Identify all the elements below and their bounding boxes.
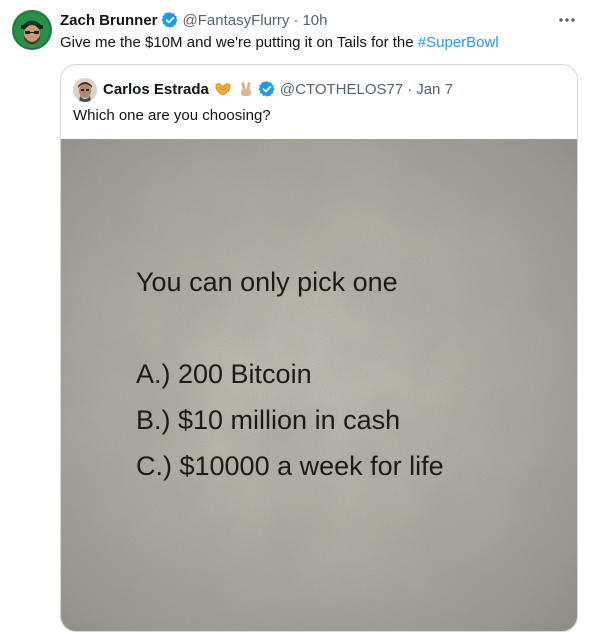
author-handle[interactable]: @FantasyFlurry [183,12,290,29]
quoted-author-handle: @CTOTHELOS77 [279,80,404,98]
quoted-tweet-image[interactable]: You can only pick one A.) 200 Bitcoin B.… [61,139,577,631]
quoted-tweet-header: Carlos Estrada @CTOTHELOS77 · Jan 7 [103,79,453,99]
tweet-text: Give me the $10M and we're putting it on… [60,33,499,53]
separator-dot: · [293,11,299,29]
heart-hands-emoji [214,80,232,98]
hashtag-link[interactable]: #SuperBowl [418,34,499,51]
victory-hand-emoji [237,80,255,98]
image-option-b: B.) $10 million in cash [136,405,401,435]
quoted-author-name: Carlos Estrada [103,80,209,98]
tweet-header: Zach Brunner @FantasyFlurry · 10h [60,10,327,30]
tweet-body-text: Give me the $10M and we're putting it on… [60,34,418,51]
verified-badge-icon[interactable] [161,11,179,29]
verified-badge-icon [258,80,276,98]
tweet-timestamp[interactable]: 10h [302,12,327,29]
author-name[interactable]: Zach Brunner [60,12,158,29]
quoted-tweet-card[interactable]: Carlos Estrada @CTOTHELOS77 · Jan 7 Whic… [60,64,578,632]
quoted-tweet-date: Jan 7 [416,80,453,98]
image-option-c: C.) $10000 a week for life [136,451,444,481]
separator-dot: · [407,80,413,98]
more-options-icon[interactable] [556,12,578,28]
image-option-a: A.) 200 Bitcoin [136,359,312,389]
author-avatar[interactable] [12,10,52,50]
quoted-tweet-text: Which one are you choosing? [73,107,271,124]
image-title-text: You can only pick one [136,267,398,297]
quoted-author-avatar[interactable] [73,78,97,102]
